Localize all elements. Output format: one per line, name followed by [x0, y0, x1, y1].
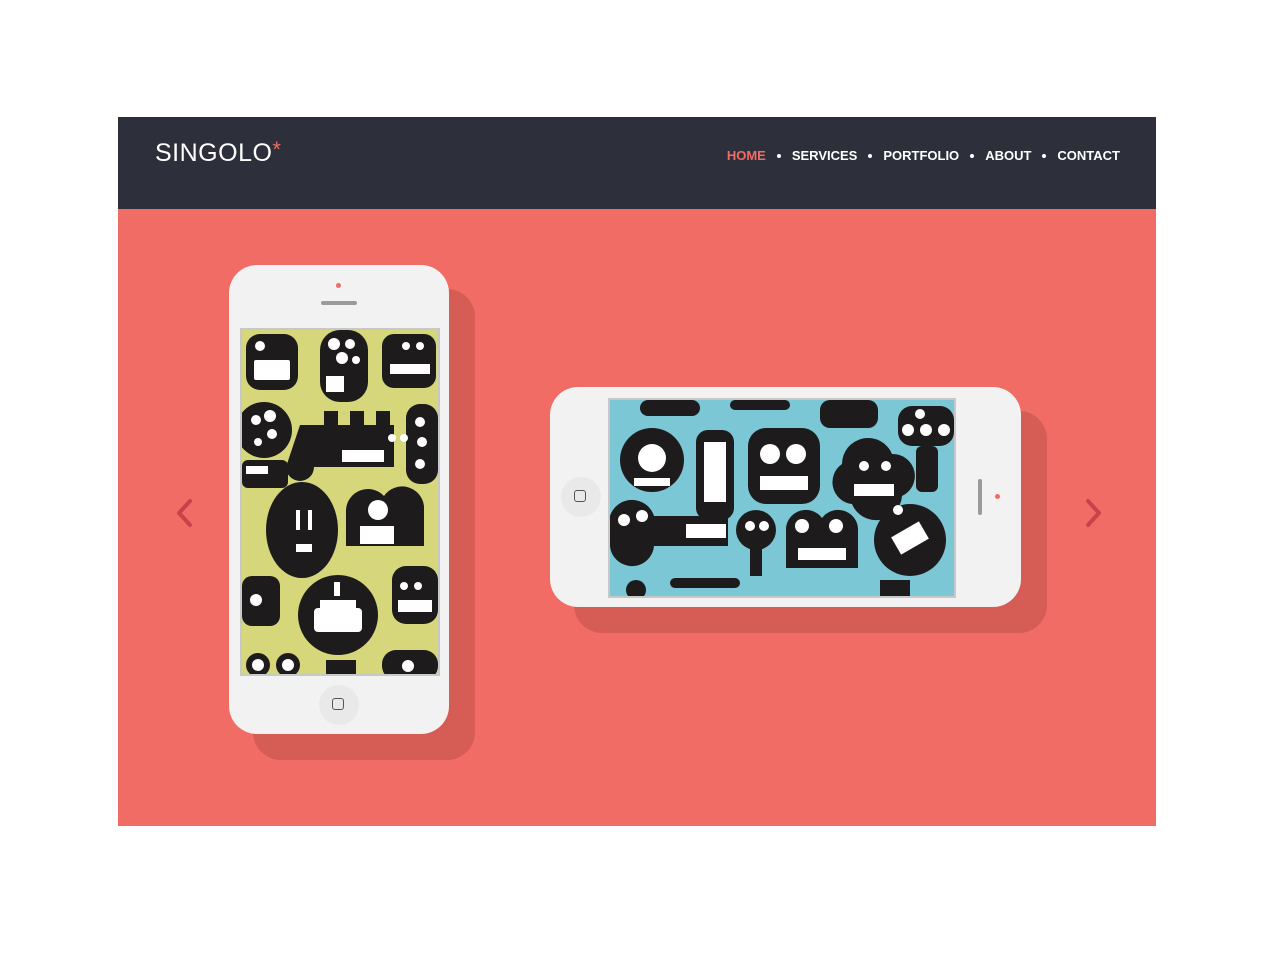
- slider-next-button[interactable]: [1078, 493, 1108, 533]
- logo-star: *: [272, 137, 282, 162]
- nav-item-home[interactable]: HOME: [727, 148, 766, 163]
- camera-dot: [995, 494, 1000, 499]
- nav-item-portfolio[interactable]: PORTFOLIO: [883, 148, 959, 163]
- chevron-left-icon: [177, 499, 192, 527]
- logo[interactable]: SINGOLO*: [155, 137, 282, 168]
- camera-dot: [336, 283, 341, 288]
- page-frame: SINGOLO* HOME SERVICES PORTFOLIO ABOUT C…: [118, 117, 1156, 826]
- home-button[interactable]: [319, 685, 359, 725]
- phone-vertical[interactable]: [229, 265, 449, 734]
- main-nav: HOME SERVICES PORTFOLIO ABOUT CONTACT: [727, 148, 1120, 163]
- home-button[interactable]: [561, 477, 601, 517]
- nav-item-about[interactable]: ABOUT: [985, 148, 1031, 163]
- monster-pattern-image: [242, 330, 438, 674]
- nav-separator: [776, 153, 781, 158]
- phone-horizontal[interactable]: [550, 387, 1021, 607]
- nav-item-services[interactable]: SERVICES: [792, 148, 858, 163]
- speaker: [321, 301, 357, 305]
- slider-prev-button[interactable]: [170, 493, 200, 533]
- nav-separator: [970, 153, 975, 158]
- hero-slider: [118, 209, 1156, 826]
- nav-separator: [1042, 153, 1047, 158]
- phone-horizontal-screen: [608, 398, 956, 598]
- chevron-right-icon: [1086, 499, 1101, 527]
- nav-item-contact[interactable]: CONTACT: [1057, 148, 1120, 163]
- nav-separator: [868, 153, 873, 158]
- speaker: [978, 479, 982, 515]
- logo-text: SINGOLO: [155, 139, 273, 167]
- monster-pattern-image: [610, 400, 954, 596]
- phone-vertical-screen: [240, 328, 440, 676]
- site-header: SINGOLO* HOME SERVICES PORTFOLIO ABOUT C…: [118, 117, 1156, 209]
